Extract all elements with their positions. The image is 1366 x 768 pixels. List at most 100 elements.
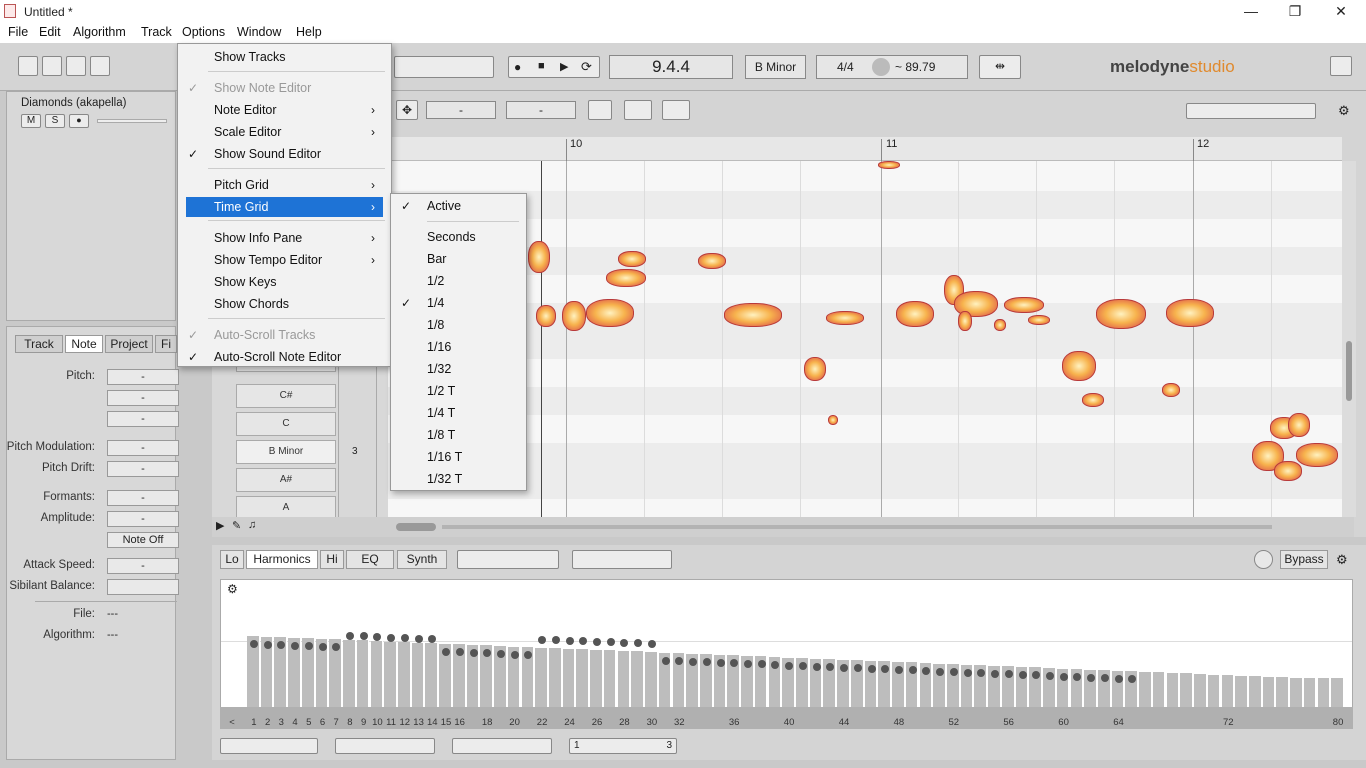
harmonic-dot[interactable] [647, 640, 656, 648]
harmonic-dot[interactable] [318, 642, 327, 651]
harmonic-bar[interactable] [1194, 674, 1207, 707]
harmonics-gear-icon[interactable]: ⚙ [227, 582, 238, 596]
harmonic-bar[interactable] [576, 649, 590, 707]
formants-field[interactable]: - [107, 490, 179, 506]
mute-button[interactable]: M [21, 114, 41, 128]
pitch-drift-field[interactable]: - [107, 461, 179, 477]
tab-lo[interactable]: Lo [220, 550, 244, 569]
time-grid-item-1-4-t[interactable]: 1/4 T [391, 403, 526, 423]
track-volume-slider[interactable] [97, 119, 167, 123]
separation-icon[interactable] [624, 100, 652, 120]
harmonic-dot[interactable] [785, 661, 794, 670]
options-item-show-tempo-editor[interactable]: Show Tempo Editor › [186, 250, 383, 270]
time-grid-item-1-4[interactable]: ✓ 1/4 [391, 293, 526, 313]
scroll-thumb[interactable] [1346, 341, 1352, 401]
options-item-time-grid[interactable]: Time Grid › [186, 197, 383, 217]
note-blob[interactable] [724, 303, 782, 327]
harmonic-bar[interactable] [425, 643, 439, 707]
harmonic-dot[interactable] [853, 664, 862, 673]
note-grid[interactable] [388, 161, 1342, 517]
harmonic-dot[interactable] [442, 647, 450, 656]
note-field-1[interactable]: - [426, 101, 496, 119]
key-a-sharp[interactable]: A# [236, 468, 336, 492]
harmonic-dot[interactable] [263, 640, 272, 649]
harmonic-dot[interactable] [1059, 672, 1068, 681]
zoom-slider[interactable] [1186, 103, 1316, 119]
harmonic-dot[interactable] [469, 648, 478, 657]
options-item-auto-scroll-note-editor[interactable]: ✓ Auto-Scroll Note Editor [186, 347, 383, 367]
volume-slider[interactable] [394, 56, 494, 78]
harmonic-bar[interactable] [1207, 674, 1221, 707]
scrub-tool-icon[interactable]: ♫ [248, 519, 256, 531]
link-options[interactable] [457, 550, 559, 569]
harmonic-dot[interactable] [812, 662, 821, 671]
harmonic-bar[interactable] [1166, 672, 1180, 707]
harmonic-dot[interactable] [400, 634, 409, 642]
time-grid-item-1-32-t[interactable]: 1/32 T [391, 469, 526, 489]
harmonic-bar[interactable] [1248, 676, 1262, 707]
menu-edit[interactable]: Edit [39, 25, 61, 39]
note-blob[interactable] [896, 301, 934, 327]
note-blob[interactable] [586, 299, 634, 327]
menu-algorithm[interactable]: Algorithm [73, 25, 126, 39]
tab-file[interactable]: Fi [155, 335, 177, 353]
time-grid-item-1-16-t[interactable]: 1/16 T [391, 447, 526, 467]
harmonic-bar[interactable] [617, 650, 631, 707]
harmonic-dot[interactable] [593, 637, 601, 646]
harmonic-dot[interactable] [963, 668, 972, 677]
harmonic-dot[interactable] [702, 658, 711, 667]
move-tool-icon[interactable]: ✥ [396, 100, 418, 120]
harmonic-dot[interactable] [1018, 670, 1027, 679]
pitch-field-3[interactable]: - [107, 411, 179, 427]
harmonic-dot[interactable] [1100, 674, 1109, 683]
harmonic-dot[interactable] [949, 668, 958, 676]
attack-speed-field[interactable]: - [107, 558, 179, 574]
minimize-button[interactable]: — [1228, 0, 1274, 24]
pitch-field[interactable]: - [107, 369, 179, 385]
time-grid-item-1-2[interactable]: 1/2 [391, 271, 526, 291]
key-c-sharp[interactable]: C# [236, 384, 336, 408]
harmonic-bar[interactable] [1303, 678, 1317, 707]
harmonic-dot[interactable] [716, 658, 725, 667]
note-blob[interactable] [562, 301, 586, 331]
harmonic-bar[interactable] [1235, 675, 1248, 707]
harmonic-bar[interactable] [1152, 672, 1166, 707]
vertical-scrollbar[interactable] [1342, 161, 1356, 517]
solo-button[interactable]: S [45, 114, 65, 128]
menu-track[interactable]: Track [141, 25, 172, 39]
tab-track[interactable]: Track [15, 335, 63, 353]
harmonic-bar[interactable] [398, 642, 411, 707]
metronome-icon[interactable] [872, 58, 890, 76]
key-c[interactable]: C [236, 412, 336, 436]
harmonic-dot[interactable] [867, 664, 876, 673]
amplitude-field[interactable]: - [107, 511, 179, 527]
harmonic-bar[interactable] [343, 639, 356, 707]
settings-gear-icon[interactable]: ⚙ [1338, 103, 1350, 119]
harmonic-bar[interactable] [1180, 673, 1193, 707]
note-blob[interactable] [804, 357, 826, 381]
options-item-show-chords[interactable]: Show Chords [186, 294, 383, 314]
menu-help[interactable]: Help [296, 25, 322, 39]
harmonic-bar[interactable] [562, 648, 576, 707]
harmonic-dot[interactable] [510, 650, 519, 659]
pitch-modulation-field[interactable]: - [107, 440, 179, 456]
sound-settings-gear-icon[interactable]: ⚙ [1336, 552, 1348, 568]
tab-harmonics[interactable]: Harmonics [246, 550, 318, 569]
harmonic-bar[interactable] [549, 648, 562, 707]
bottom-control-1[interactable] [220, 738, 318, 754]
tab-eq[interactable]: EQ [346, 550, 394, 569]
harmonic-bar[interactable] [1262, 676, 1276, 707]
shape-options[interactable] [572, 550, 672, 569]
maximize-button[interactable]: ❐ [1272, 0, 1318, 24]
harmonic-bar[interactable] [370, 641, 384, 707]
stop-button[interactable]: ■ [538, 60, 545, 72]
tab-note[interactable]: Note [65, 335, 103, 353]
note-blob[interactable] [528, 241, 550, 273]
harmonic-dot[interactable] [689, 657, 698, 666]
pencil-tool-icon[interactable]: ✎ [232, 519, 241, 532]
time-grid-item-bar[interactable]: Bar [391, 249, 526, 269]
bottom-control-3[interactable] [452, 738, 552, 754]
harmonic-bar[interactable] [631, 651, 644, 707]
harmonic-bar[interactable] [1139, 671, 1152, 708]
harmonic-dot[interactable] [1004, 670, 1013, 679]
